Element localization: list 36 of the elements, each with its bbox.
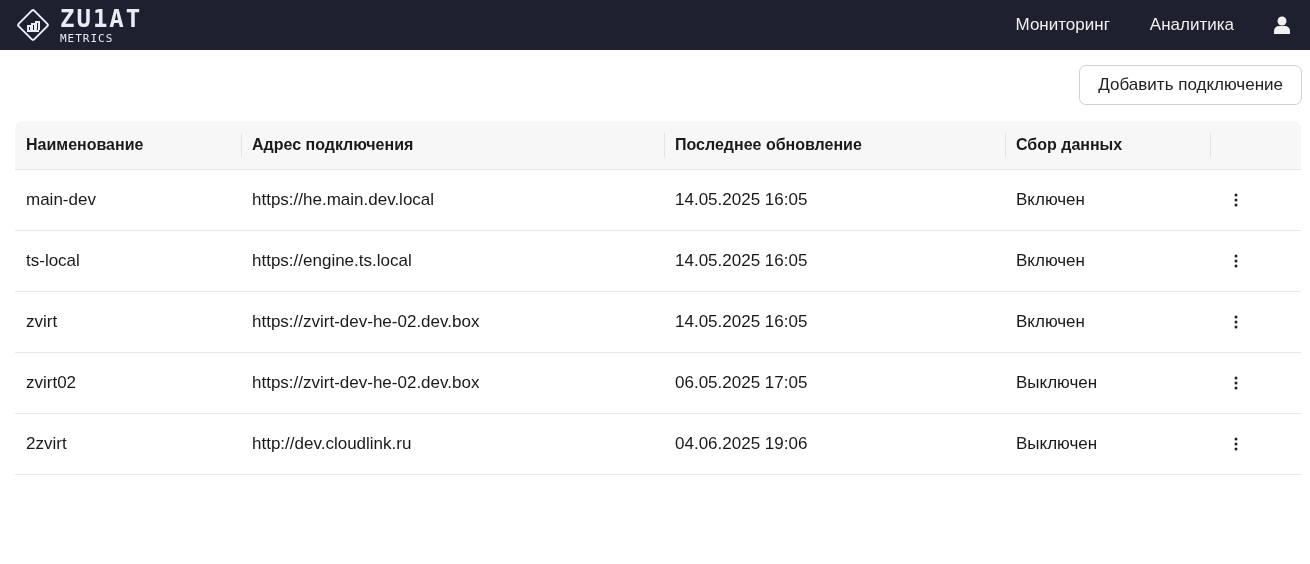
- table-cell: zvirt: [15, 292, 241, 353]
- column-header: Сбор данных: [1005, 121, 1210, 170]
- table-cell: http://dev.cloudlink.ru: [241, 414, 664, 475]
- more-options-button[interactable]: [1232, 191, 1240, 209]
- table-cell: Включен: [1005, 231, 1210, 292]
- logo-subtitle: METRICS: [60, 32, 115, 44]
- more-options-button[interactable]: [1232, 313, 1240, 331]
- table-cell: 14.05.2025 16:05: [664, 292, 1005, 353]
- logo-icon: [14, 6, 52, 44]
- column-header: Адрес подключения: [241, 121, 664, 170]
- more-options-button[interactable]: [1232, 374, 1240, 392]
- table-cell: https://zvirt-dev-he-02.dev.box: [241, 292, 664, 353]
- table-cell: 2zvirt: [15, 414, 241, 475]
- table-cell: https://engine.ts.local: [241, 231, 664, 292]
- table-cell: 14.05.2025 16:05: [664, 170, 1005, 231]
- table-cell: Включен: [1005, 170, 1210, 231]
- column-header: Последнее обновление: [664, 121, 1005, 170]
- table-cell: ts-local: [15, 231, 241, 292]
- user-icon[interactable]: [1274, 16, 1290, 34]
- table-cell: main-dev: [15, 170, 241, 231]
- table-cell: Выключен: [1005, 414, 1210, 475]
- table-cell: 04.06.2025 19:06: [664, 414, 1005, 475]
- column-header: Наименование: [15, 121, 241, 170]
- logo-title: ZU1AT: [60, 6, 143, 31]
- table-cell: Включен: [1005, 292, 1210, 353]
- table-cell: https://zvirt-dev-he-02.dev.box: [241, 353, 664, 414]
- table-cell: 06.05.2025 17:05: [664, 353, 1005, 414]
- table-cell: 14.05.2025 16:05: [664, 231, 1005, 292]
- more-options-button[interactable]: [1232, 252, 1240, 270]
- nav-link[interactable]: Аналитика: [1149, 15, 1234, 35]
- table-cell: Выключен: [1005, 353, 1210, 414]
- nav-link[interactable]: Мониторинг: [1015, 15, 1110, 35]
- add-connection-button[interactable]: Добавить подключение: [1079, 65, 1302, 105]
- table-cell: https://he.main.dev.local: [241, 170, 664, 231]
- more-options-button[interactable]: [1232, 435, 1240, 453]
- table-cell: zvirt02: [15, 353, 241, 414]
